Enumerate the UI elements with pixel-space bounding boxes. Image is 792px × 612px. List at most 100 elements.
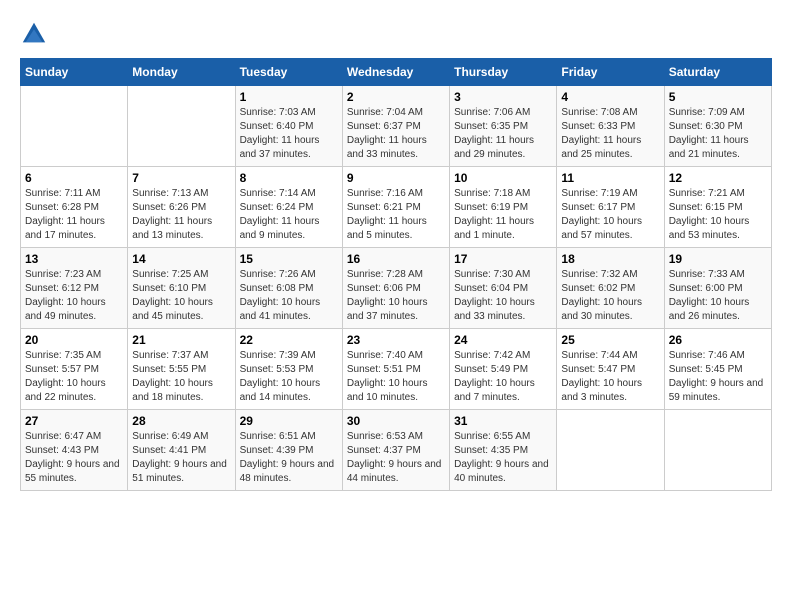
day-info: Sunrise: 7:13 AM Sunset: 6:26 PM Dayligh… bbox=[132, 187, 230, 243]
day-number: 12 bbox=[669, 171, 767, 185]
day-number: 10 bbox=[454, 171, 552, 185]
day-number: 11 bbox=[561, 171, 659, 185]
calendar-cell: 19 Sunrise: 7:33 AM Sunset: 6:00 PM Dayli… bbox=[664, 248, 771, 329]
day-number: 14 bbox=[132, 252, 230, 266]
day-number: 15 bbox=[240, 252, 338, 266]
calendar-cell: 14 Sunrise: 7:25 AM Sunset: 6:10 PM Dayli… bbox=[128, 248, 235, 329]
calendar-cell bbox=[664, 410, 771, 491]
day-info: Sunrise: 7:14 AM Sunset: 6:24 PM Dayligh… bbox=[240, 187, 338, 243]
calendar-cell bbox=[21, 86, 128, 167]
day-info: Sunrise: 7:35 AM Sunset: 5:57 PM Dayligh… bbox=[25, 349, 123, 405]
calendar-cell: 2 Sunrise: 7:04 AM Sunset: 6:37 PM Daylig… bbox=[342, 86, 449, 167]
day-info: Sunrise: 7:39 AM Sunset: 5:53 PM Dayligh… bbox=[240, 349, 338, 405]
calendar-cell: 6Sunrise: 7:11 AM Sunset: 6:28 PM Daylig… bbox=[21, 167, 128, 248]
day-number: 8 bbox=[240, 171, 338, 185]
calendar-cell: 27 Sunrise: 6:47 AM Sunset: 4:43 PM Dayli… bbox=[21, 410, 128, 491]
calendar-week-row: 6Sunrise: 7:11 AM Sunset: 6:28 PM Daylig… bbox=[21, 167, 772, 248]
calendar-cell: 26 Sunrise: 7:46 AM Sunset: 5:45 PM Dayli… bbox=[664, 329, 771, 410]
calendar-cell: 20 Sunrise: 7:35 AM Sunset: 5:57 PM Dayli… bbox=[21, 329, 128, 410]
day-number: 19 bbox=[669, 252, 767, 266]
day-info: Sunrise: 7:42 AM Sunset: 5:49 PM Dayligh… bbox=[454, 349, 552, 405]
day-number: 17 bbox=[454, 252, 552, 266]
day-number: 26 bbox=[669, 333, 767, 347]
calendar-cell bbox=[557, 410, 664, 491]
day-info: Sunrise: 7:37 AM Sunset: 5:55 PM Dayligh… bbox=[132, 349, 230, 405]
day-info: Sunrise: 6:47 AM Sunset: 4:43 PM Dayligh… bbox=[25, 430, 123, 486]
calendar-header-row: SundayMondayTuesdayWednesdayThursdayFrid… bbox=[21, 59, 772, 86]
day-header-friday: Friday bbox=[557, 59, 664, 86]
day-number: 30 bbox=[347, 414, 445, 428]
day-info: Sunrise: 7:44 AM Sunset: 5:47 PM Dayligh… bbox=[561, 349, 659, 405]
calendar-cell: 4Sunrise: 7:08 AM Sunset: 6:33 PM Daylig… bbox=[557, 86, 664, 167]
day-number: 25 bbox=[561, 333, 659, 347]
day-info: Sunrise: 6:49 AM Sunset: 4:41 PM Dayligh… bbox=[132, 430, 230, 486]
day-info: Sunrise: 7:03 AM Sunset: 6:40 PM Dayligh… bbox=[240, 106, 338, 162]
calendar-cell: 1 Sunrise: 7:03 AM Sunset: 6:40 PM Daylig… bbox=[235, 86, 342, 167]
day-info: Sunrise: 7:11 AM Sunset: 6:28 PM Dayligh… bbox=[25, 187, 123, 243]
day-info: Sunrise: 7:04 AM Sunset: 6:37 PM Dayligh… bbox=[347, 106, 445, 162]
day-info: Sunrise: 7:46 AM Sunset: 5:45 PM Dayligh… bbox=[669, 349, 767, 405]
calendar-cell: 9 Sunrise: 7:16 AM Sunset: 6:21 PM Daylig… bbox=[342, 167, 449, 248]
day-number: 9 bbox=[347, 171, 445, 185]
day-info: Sunrise: 7:33 AM Sunset: 6:00 PM Dayligh… bbox=[669, 268, 767, 324]
calendar-cell: 5 Sunrise: 7:09 AM Sunset: 6:30 PM Daylig… bbox=[664, 86, 771, 167]
day-number: 3 bbox=[454, 90, 552, 104]
day-info: Sunrise: 6:51 AM Sunset: 4:39 PM Dayligh… bbox=[240, 430, 338, 486]
calendar-cell bbox=[128, 86, 235, 167]
day-number: 28 bbox=[132, 414, 230, 428]
day-info: Sunrise: 7:28 AM Sunset: 6:06 PM Dayligh… bbox=[347, 268, 445, 324]
calendar-cell: 3 Sunrise: 7:06 AM Sunset: 6:35 PM Daylig… bbox=[450, 86, 557, 167]
calendar-week-row: 1 Sunrise: 7:03 AM Sunset: 6:40 PM Daylig… bbox=[21, 86, 772, 167]
day-number: 5 bbox=[669, 90, 767, 104]
day-info: Sunrise: 7:25 AM Sunset: 6:10 PM Dayligh… bbox=[132, 268, 230, 324]
day-number: 27 bbox=[25, 414, 123, 428]
day-number: 20 bbox=[25, 333, 123, 347]
day-header-thursday: Thursday bbox=[450, 59, 557, 86]
day-number: 7 bbox=[132, 171, 230, 185]
day-info: Sunrise: 7:21 AM Sunset: 6:15 PM Dayligh… bbox=[669, 187, 767, 243]
day-number: 13 bbox=[25, 252, 123, 266]
calendar-cell: 12 Sunrise: 7:21 AM Sunset: 6:15 PM Dayli… bbox=[664, 167, 771, 248]
day-info: Sunrise: 7:16 AM Sunset: 6:21 PM Dayligh… bbox=[347, 187, 445, 243]
calendar-cell: 10Sunrise: 7:18 AM Sunset: 6:19 PM Dayli… bbox=[450, 167, 557, 248]
calendar-cell: 29Sunrise: 6:51 AM Sunset: 4:39 PM Dayli… bbox=[235, 410, 342, 491]
day-info: Sunrise: 7:09 AM Sunset: 6:30 PM Dayligh… bbox=[669, 106, 767, 162]
calendar-table: SundayMondayTuesdayWednesdayThursdayFrid… bbox=[20, 58, 772, 491]
day-number: 22 bbox=[240, 333, 338, 347]
calendar-cell: 24 Sunrise: 7:42 AM Sunset: 5:49 PM Dayli… bbox=[450, 329, 557, 410]
day-number: 1 bbox=[240, 90, 338, 104]
calendar-cell: 25 Sunrise: 7:44 AM Sunset: 5:47 PM Dayli… bbox=[557, 329, 664, 410]
calendar-cell: 7 Sunrise: 7:13 AM Sunset: 6:26 PM Daylig… bbox=[128, 167, 235, 248]
calendar-cell: 28 Sunrise: 6:49 AM Sunset: 4:41 PM Dayli… bbox=[128, 410, 235, 491]
day-number: 31 bbox=[454, 414, 552, 428]
day-info: Sunrise: 7:19 AM Sunset: 6:17 PM Dayligh… bbox=[561, 187, 659, 243]
day-number: 23 bbox=[347, 333, 445, 347]
day-info: Sunrise: 7:30 AM Sunset: 6:04 PM Dayligh… bbox=[454, 268, 552, 324]
day-info: Sunrise: 7:40 AM Sunset: 5:51 PM Dayligh… bbox=[347, 349, 445, 405]
day-number: 24 bbox=[454, 333, 552, 347]
calendar-cell: 16 Sunrise: 7:28 AM Sunset: 6:06 PM Dayli… bbox=[342, 248, 449, 329]
calendar-week-row: 13Sunrise: 7:23 AM Sunset: 6:12 PM Dayli… bbox=[21, 248, 772, 329]
day-number: 16 bbox=[347, 252, 445, 266]
calendar-body: 1 Sunrise: 7:03 AM Sunset: 6:40 PM Daylig… bbox=[21, 86, 772, 491]
day-info: Sunrise: 7:26 AM Sunset: 6:08 PM Dayligh… bbox=[240, 268, 338, 324]
day-info: Sunrise: 7:32 AM Sunset: 6:02 PM Dayligh… bbox=[561, 268, 659, 324]
day-header-monday: Monday bbox=[128, 59, 235, 86]
day-header-saturday: Saturday bbox=[664, 59, 771, 86]
calendar-week-row: 27 Sunrise: 6:47 AM Sunset: 4:43 PM Dayli… bbox=[21, 410, 772, 491]
page-header bbox=[20, 20, 772, 48]
calendar-cell: 30Sunrise: 6:53 AM Sunset: 4:37 PM Dayli… bbox=[342, 410, 449, 491]
day-info: Sunrise: 6:55 AM Sunset: 4:35 PM Dayligh… bbox=[454, 430, 552, 486]
day-number: 2 bbox=[347, 90, 445, 104]
calendar-cell: 17 Sunrise: 7:30 AM Sunset: 6:04 PM Dayli… bbox=[450, 248, 557, 329]
calendar-cell: 31 Sunrise: 6:55 AM Sunset: 4:35 PM Dayli… bbox=[450, 410, 557, 491]
day-number: 21 bbox=[132, 333, 230, 347]
day-info: Sunrise: 7:06 AM Sunset: 6:35 PM Dayligh… bbox=[454, 106, 552, 162]
calendar-cell: 18 Sunrise: 7:32 AM Sunset: 6:02 PM Dayli… bbox=[557, 248, 664, 329]
calendar-cell: 22 Sunrise: 7:39 AM Sunset: 5:53 PM Dayli… bbox=[235, 329, 342, 410]
calendar-cell: 23 Sunrise: 7:40 AM Sunset: 5:51 PM Dayli… bbox=[342, 329, 449, 410]
day-info: Sunrise: 7:08 AM Sunset: 6:33 PM Dayligh… bbox=[561, 106, 659, 162]
day-header-wednesday: Wednesday bbox=[342, 59, 449, 86]
logo-icon bbox=[20, 20, 48, 48]
day-number: 18 bbox=[561, 252, 659, 266]
